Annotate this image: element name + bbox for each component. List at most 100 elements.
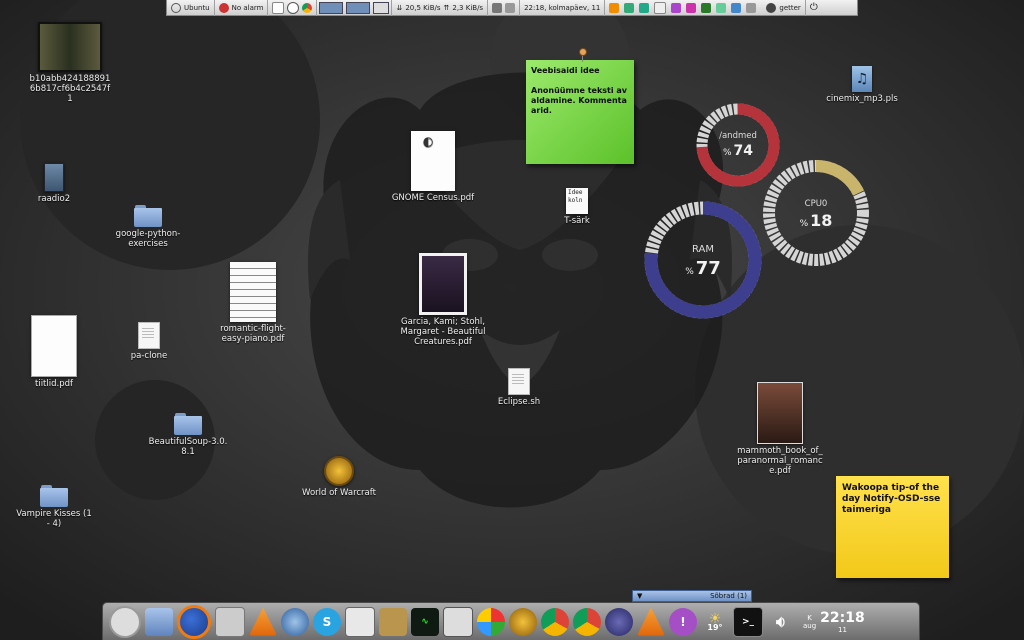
clock-time: 22:18 xyxy=(820,609,865,626)
desktop-icon-label: T-särk xyxy=(564,216,590,226)
vlc-icon[interactable] xyxy=(609,2,620,13)
chrome-icon[interactable] xyxy=(541,607,569,636)
tsark-thumb-text: Idee koln xyxy=(568,189,583,204)
desktop-icon-label: Vampire Kisses (1 - 4) xyxy=(16,509,92,529)
vlc-icon[interactable] xyxy=(249,607,277,636)
friends-panel-tab[interactable]: ▼ Sõbrad (1) xyxy=(632,590,752,602)
files-folder-icon[interactable] xyxy=(145,607,173,636)
chrome-icon-2[interactable] xyxy=(573,607,601,636)
desktop-icon-cinemix[interactable]: ♫ cinemix_mp3.pls xyxy=(816,66,908,104)
desktop-icon-label: Eclipse.sh xyxy=(497,397,541,407)
cpu-gauge-value: 18 xyxy=(810,211,833,230)
firefox-icon[interactable] xyxy=(177,604,211,639)
desktop-icon-label: romantic-flight-easy-piano.pdf xyxy=(220,324,286,344)
volume-icon[interactable] xyxy=(492,2,503,13)
desktop-icon-tsark[interactable]: Idee koln T-särk xyxy=(552,188,602,226)
desktop-icon-label: cinemix_mp3.pls xyxy=(826,94,898,104)
weather-temp: 19° xyxy=(707,623,723,632)
dock: S ∿ ! ☀ 19° >_ 🔉︎ K aug 22:18 11 xyxy=(102,602,920,640)
download-arrow-icon: ⇊ xyxy=(396,3,403,12)
folder-icon xyxy=(134,205,162,227)
alarm-applet[interactable]: No alarm xyxy=(215,0,269,16)
workspace-switcher[interactable] xyxy=(317,0,393,16)
desktop-icon-mammoth[interactable]: mammoth_book_of_paranormal_romance.pdf xyxy=(734,382,826,476)
ubuntu-dock-icon[interactable] xyxy=(109,605,141,638)
clock-icon[interactable] xyxy=(287,1,300,14)
desktop-icon-vampire[interactable]: Vampire Kisses (1 - 4) xyxy=(12,485,96,529)
flower-icon[interactable] xyxy=(686,2,697,13)
workspace-2[interactable] xyxy=(346,1,371,14)
workspace-1[interactable] xyxy=(319,1,344,14)
desktop-icon-beautifulsoup[interactable]: BeautifulSoup-3.0.8.1 xyxy=(146,413,230,457)
text-file-thumbnail: Idee koln xyxy=(566,188,588,214)
mail-icon[interactable] xyxy=(654,1,667,14)
desktop-icon-romantic-pdf[interactable]: romantic-flight-easy-piano.pdf xyxy=(212,262,294,344)
dock-clock[interactable]: K aug 22:18 11 xyxy=(803,610,865,634)
keyboard-icon[interactable] xyxy=(746,2,757,13)
warcraft-icon[interactable] xyxy=(509,607,537,636)
image-icon[interactable] xyxy=(716,2,727,13)
system-monitor-icon[interactable]: ∿ xyxy=(411,607,439,636)
calculator-icon[interactable] xyxy=(443,606,473,637)
volume-icon[interactable]: 🔉︎ xyxy=(767,608,795,636)
ram-gauge-value-wrap: % 77 xyxy=(641,258,765,279)
note-body: Anonüümne teksti avaldamine. Kommentaari… xyxy=(531,86,628,115)
desktop-icon-label: GNOME Census.pdf xyxy=(391,193,475,203)
note-body: Wakoopa tip-of the day Notify-OSD-sse ta… xyxy=(842,483,941,515)
tree-icon[interactable] xyxy=(701,2,712,13)
pin-icon xyxy=(579,48,587,56)
picasa-icon[interactable] xyxy=(477,607,505,636)
gear-icon[interactable] xyxy=(671,2,682,13)
calendar-icon[interactable] xyxy=(272,1,285,14)
top-panel: Ubuntu No alarm ⇊ 20,5 KiB/s ⇈ 2,3 KiB/s… xyxy=(166,0,858,16)
desktop-icon-google-python[interactable]: google-python-exercises xyxy=(108,205,188,249)
skype-icon[interactable]: S xyxy=(313,607,341,636)
disk-utility-icon[interactable] xyxy=(215,606,245,637)
archive-manager-icon[interactable] xyxy=(379,607,407,636)
quick-launchers xyxy=(268,0,318,16)
power-button[interactable]: ⏻ xyxy=(806,0,822,16)
user-cloud-icon xyxy=(766,2,777,13)
script-file-icon xyxy=(508,368,530,395)
desktop-icon-eclipse[interactable]: Eclipse.sh xyxy=(494,368,544,407)
clock-date-number: 11 xyxy=(838,625,847,634)
desktop-icon-label: BeautifulSoup-3.0.8.1 xyxy=(148,437,228,457)
desktop-icon-label: raadio2 xyxy=(37,194,71,204)
panel-clock[interactable]: 22:18, kolmapäev, 11 xyxy=(520,0,606,16)
desktop-icon-beautiful-creatures[interactable]: Garcia, Kami; Stohl, Margaret - Beautifu… xyxy=(388,253,498,347)
desktop-icon-label: tiitlid.pdf xyxy=(35,379,73,389)
pdf-thumbnail: ◐ xyxy=(411,131,455,191)
user-label: getter xyxy=(779,3,801,12)
workspace-3[interactable] xyxy=(373,1,390,14)
shield-icon[interactable] xyxy=(624,2,635,13)
desktop-icon-pa-clone[interactable]: pa-clone xyxy=(122,322,176,361)
chrome-icon[interactable] xyxy=(302,2,313,13)
eclipse-icon[interactable] xyxy=(605,607,633,636)
network-monitor[interactable]: ⇊ 20,5 KiB/s ⇈ 2,3 KiB/s xyxy=(392,0,489,16)
weather-icon[interactable]: ☀ 19° xyxy=(701,608,729,636)
empathy-icon[interactable]: ! xyxy=(669,607,697,636)
ubuntu-menu[interactable]: Ubuntu xyxy=(167,0,215,16)
sticky-note-yellow[interactable]: Wakoopa tip-of the day Notify-OSD-sse ta… xyxy=(836,476,949,578)
mail-icon[interactable] xyxy=(505,2,516,13)
desktop-icon-video[interactable]: b10abb4241888916b817cf6b4c2547f1 xyxy=(22,22,118,104)
sticky-note-green[interactable]: Veebisaidi idee Anonüümne teksti avaldam… xyxy=(526,48,634,164)
folder-icon xyxy=(40,485,68,507)
vlc-icon-2[interactable] xyxy=(637,607,665,636)
desktop-icon-tiitlid[interactable]: tiitlid.pdf xyxy=(24,315,84,389)
user-menu[interactable]: getter xyxy=(762,0,806,16)
desktop-icon-raadio2[interactable]: raadio2 xyxy=(24,163,84,204)
water-drop-icon[interactable] xyxy=(281,607,309,636)
desktop-icon-label: World of Warcraft xyxy=(302,488,376,498)
ubuntu-logo-icon xyxy=(171,2,181,13)
desktop-icon-gnome-census[interactable]: ◐ GNOME Census.pdf xyxy=(390,131,476,203)
clock-date: K aug xyxy=(803,614,816,630)
terminal-icon[interactable]: >_ xyxy=(733,606,763,637)
audio-file-icon: ♫ xyxy=(852,66,872,92)
upload-arrow-icon: ⇈ xyxy=(443,3,450,12)
ram-gauge-value: 77 xyxy=(695,258,721,279)
chat-icon[interactable] xyxy=(639,2,650,13)
text-editor-icon[interactable] xyxy=(345,606,375,637)
camera-icon[interactable] xyxy=(731,2,742,13)
desktop-icon-wow[interactable]: World of Warcraft xyxy=(298,456,380,498)
